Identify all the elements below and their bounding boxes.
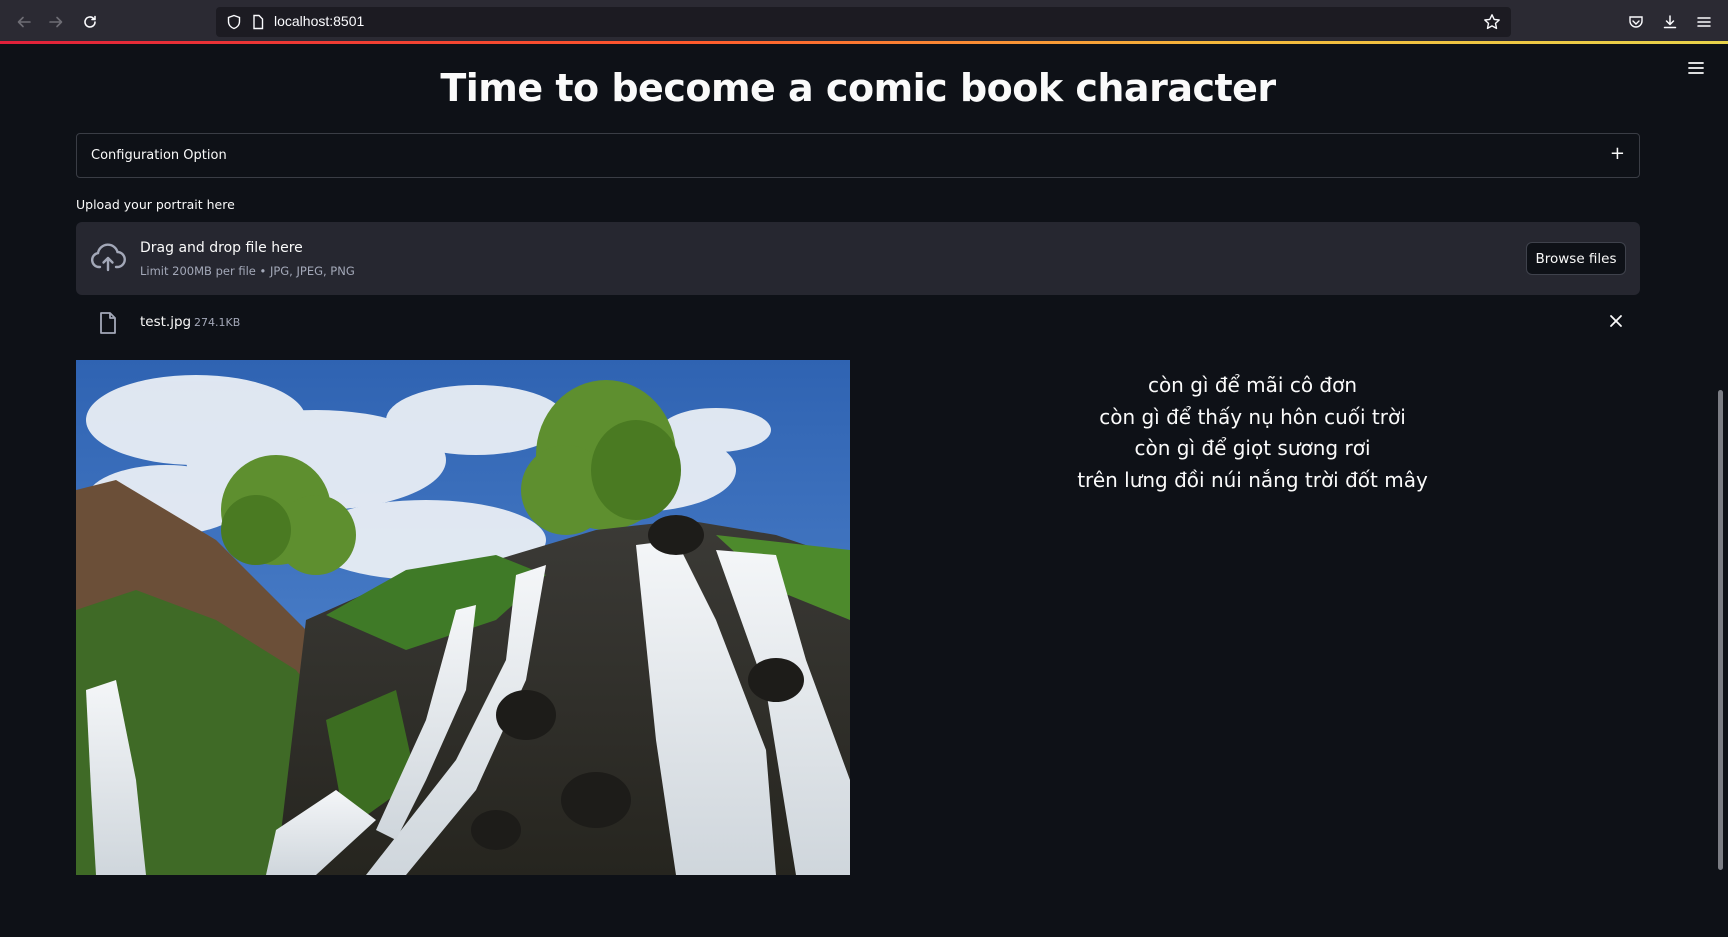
poem-line: còn gì để mãi cô đơn [1147,373,1358,397]
expand-icon[interactable]: + [1610,143,1625,164]
poem-line: trên lưng đồi núi nắng trời đốt mây [1077,467,1428,492]
expander-label: Configuration Option [91,148,227,163]
file-size: 274.1KB [194,316,241,329]
browser-menu-button[interactable] [1692,10,1716,34]
arrow-left-icon [17,16,31,28]
page-title: Time to become a comic book character [440,66,1276,110]
dropzone-limit: Limit 200MB per file • JPG, JPEG, PNG [140,264,355,278]
hamburger-icon [1697,17,1711,27]
file-icon [100,312,116,334]
reload-button[interactable] [78,10,102,34]
poem-line: còn gì để giọt sương rơi [1134,436,1371,460]
pocket-icon [1629,16,1643,28]
close-icon[interactable] [1606,311,1626,331]
page-load-progress [0,41,1728,44]
address-bar[interactable]: localhost:8501 [216,7,1511,37]
download-icon [1663,15,1677,29]
shield-icon[interactable] [226,14,242,30]
downloads-button[interactable] [1658,10,1682,34]
browse-files-button[interactable]: Browse files [1526,242,1626,275]
uploader-label: Upload your portrait here [76,197,235,212]
browser-toolbar: localhost:8501 [0,0,1728,42]
file-name: test.jpg [140,314,192,330]
arrow-right-icon [49,16,63,28]
file-dropzone[interactable]: Drag and drop file here Limit 200MB per … [76,222,1640,295]
cloud-upload-icon [90,243,126,272]
pocket-button[interactable] [1624,10,1648,34]
star-icon[interactable] [1483,13,1501,31]
forward-button[interactable] [44,10,68,34]
back-button[interactable] [12,10,36,34]
page-icon [253,14,264,30]
page-scrollbar[interactable] [1718,390,1723,870]
url-text[interactable]: localhost:8501 [274,13,364,29]
poem-line: còn gì để thấy nụ hôn cuối trời [1099,404,1406,429]
uploaded-file-item: test.jpg 274.1KB [76,305,1640,341]
poem-text: còn gì để mãi cô đơn còn gì để thấy nụ h… [1000,370,1505,496]
dropzone-title: Drag and drop file here [140,240,303,256]
configuration-expander[interactable]: Configuration Option + [76,133,1640,178]
uploaded-image [76,360,850,875]
reload-icon [84,15,96,28]
